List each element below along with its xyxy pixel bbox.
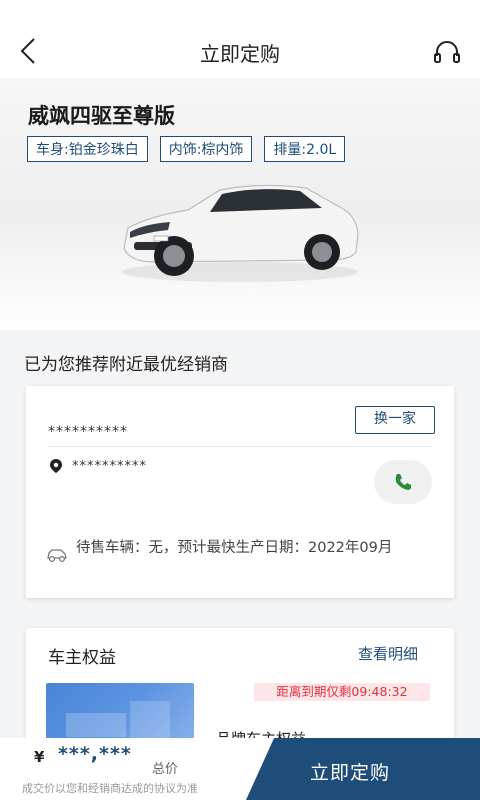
coupon-graphic xyxy=(66,713,126,737)
benefits-title: 车主权益 xyxy=(48,648,116,668)
view-details-link[interactable]: 查看明细 xyxy=(358,643,418,664)
car-outline-icon xyxy=(47,549,67,563)
car-model-name: 威飒四驱至尊版 xyxy=(28,104,175,128)
page-title: 立即定购 xyxy=(200,42,280,66)
expiry-countdown-badge: 距离到期仅剩09:48:32 xyxy=(254,683,430,701)
spec-tag-displacement: 排量:2.0L xyxy=(264,136,346,162)
dealer-section-title: 已为您推荐附近最优经销商 xyxy=(24,355,228,375)
car-image xyxy=(122,184,359,282)
customer-service-button[interactable] xyxy=(432,38,462,66)
dealer-address: ********** xyxy=(72,459,147,474)
stock-status-text: 待售车辆：无，预计最快生产日期：2022年09月 xyxy=(76,540,393,556)
call-dealer-button[interactable] xyxy=(374,460,432,504)
switch-dealer-button[interactable]: 换一家 xyxy=(355,406,435,434)
currency-symbol: ¥ xyxy=(34,748,45,766)
location-pin-icon xyxy=(50,459,62,473)
spec-tag-body: 车身:铂金珍珠白 xyxy=(27,136,148,162)
spec-tag-interior: 内饰:棕内饰 xyxy=(159,136,253,162)
order-now-label[interactable]: 立即定购 xyxy=(310,758,390,785)
car-spec-tags: 车身:铂金珍珠白 内饰:棕内饰 排量:2.0L xyxy=(27,136,346,162)
price-disclaimer: 成交价以您和经销商达成的协议为准 xyxy=(22,782,198,795)
dealer-name: ********** xyxy=(48,424,128,440)
coupon-graphic xyxy=(130,701,170,741)
total-price-label: 总价 xyxy=(152,762,179,777)
divider xyxy=(48,446,432,447)
total-price: ***,*** xyxy=(58,743,132,765)
phone-icon xyxy=(395,474,411,490)
headset-icon xyxy=(434,41,460,63)
